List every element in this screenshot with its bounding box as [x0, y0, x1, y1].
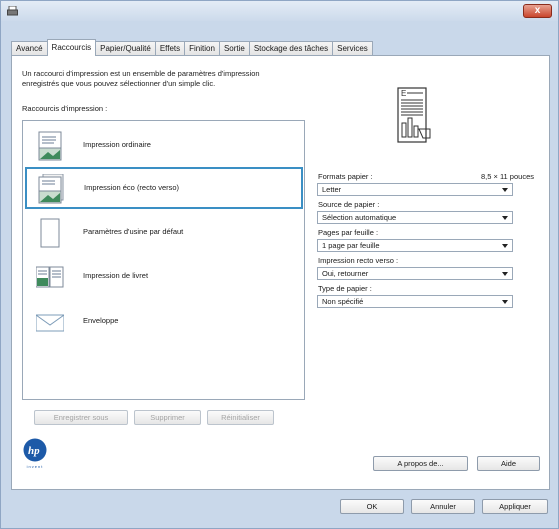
shortcut-item-enveloppe[interactable]: Enveloppe [26, 302, 301, 342]
shortcuts-label: Raccourcis d'impression : [22, 104, 108, 113]
shortcut-item-impression-ordinaire[interactable]: Impression ordinaire [26, 126, 301, 166]
shortcut-item-impression-livret[interactable]: Impression de livret [26, 257, 301, 297]
tab-raccourcis[interactable]: Raccourcis [46, 39, 97, 56]
booklet-icon [36, 266, 64, 288]
svg-text:E: E [401, 89, 406, 98]
apply-button[interactable]: Appliquer [482, 499, 548, 514]
shortcut-label: Impression ordinaire [83, 140, 151, 149]
blank-page-icon [40, 218, 60, 248]
chevron-down-icon[interactable] [502, 188, 508, 192]
intro-text: Un raccourci d'impression est un ensembl… [22, 69, 352, 89]
shortcut-item-parametres-usine[interactable]: Paramètres d'usine par défaut [26, 213, 301, 253]
tab-stockage-taches[interactable]: Stockage des tâches [248, 41, 334, 56]
svg-text:hp: hp [28, 445, 40, 457]
paper-source-label: Source de papier : [318, 200, 380, 209]
tab-finition[interactable]: Finition [184, 41, 220, 56]
tab-effets[interactable]: Effets [154, 41, 186, 56]
pages-per-sheet-select[interactable]: 1 page par feuille [317, 239, 513, 252]
envelope-icon [36, 314, 64, 332]
paper-format-size: 8,5 × 11 pouces [480, 172, 534, 181]
printer-icon [7, 6, 18, 16]
paper-format-label: Formats papier : [318, 172, 373, 181]
duplex-select[interactable]: Oui, retourner [317, 267, 513, 280]
tab-papier-qualite[interactable]: Papier/Qualité [95, 41, 156, 56]
delete-button[interactable]: Supprimer [134, 410, 201, 425]
chevron-down-icon[interactable] [502, 300, 508, 304]
select-value: Non spécifié [322, 297, 364, 306]
hp-logo-icon: hp [23, 438, 47, 462]
tab-avance[interactable]: Avancé [11, 41, 48, 56]
paper-type-select[interactable]: Non spécifié [317, 295, 513, 308]
shortcuts-list[interactable]: Impression ordinaire Impression éco (rec… [22, 120, 305, 400]
about-button[interactable]: A propos de... [373, 456, 468, 471]
tab-strip: Avancé Raccourcis Papier/Qualité Effets … [11, 39, 373, 56]
document-preview-icon: E [397, 87, 431, 143]
paper-format-select[interactable]: Letter [317, 183, 513, 196]
tab-services[interactable]: Services [332, 41, 373, 56]
paper-type-label: Type de papier : [318, 284, 372, 293]
select-value: Oui, retourner [322, 269, 369, 278]
shortcuts-tab-panel: Un raccourci d'impression est un ensembl… [11, 55, 550, 490]
reset-button[interactable]: Réinitialiser [207, 410, 274, 425]
shortcut-label: Impression de livret [83, 271, 149, 280]
chevron-down-icon[interactable] [502, 216, 508, 220]
save-as-button[interactable]: Enregistrer sous [34, 410, 128, 425]
printer-properties-window: x Avancé Raccourcis Papier/Qualité Effet… [0, 0, 559, 529]
pages-per-sheet-label: Pages par feuille : [318, 228, 379, 237]
select-value: Letter [322, 185, 342, 194]
hp-logo: hp [23, 438, 47, 462]
paper-source-select[interactable]: Sélection automatique [317, 211, 513, 224]
chevron-down-icon[interactable] [502, 244, 508, 248]
chevron-down-icon[interactable] [502, 272, 508, 276]
shortcut-label: Paramètres d'usine par défaut [83, 227, 184, 236]
title-bar[interactable]: x [1, 1, 558, 21]
shortcut-label: Impression éco (recto verso) [84, 183, 180, 192]
intro-line-1: Un raccourci d'impression est un ensembl… [22, 69, 260, 78]
cancel-button[interactable]: Annuler [411, 499, 475, 514]
intro-line-2: enregistrés que vous pouvez sélectionner… [22, 79, 216, 88]
document-duplex-icon [38, 174, 64, 204]
document-landscape-icon [38, 131, 62, 161]
shortcut-item-impression-eco[interactable]: Impression éco (recto verso) [25, 167, 303, 209]
select-value: Sélection automatique [322, 213, 397, 222]
tab-sortie[interactable]: Sortie [218, 41, 250, 56]
close-button[interactable]: x [523, 4, 552, 18]
hp-logo-text: invent [26, 464, 44, 469]
shortcut-label: Enveloppe [83, 316, 119, 325]
duplex-label: Impression recto verso : [318, 256, 399, 265]
select-value: 1 page par feuille [322, 241, 380, 250]
help-button[interactable]: Aide [477, 456, 540, 471]
ok-button[interactable]: OK [340, 499, 404, 514]
